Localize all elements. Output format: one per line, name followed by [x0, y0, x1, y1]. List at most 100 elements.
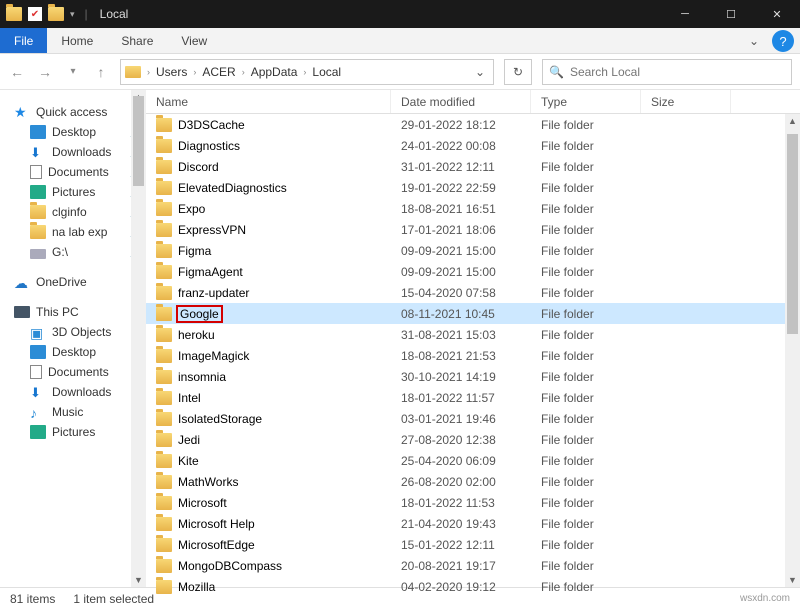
table-row[interactable]: heroku31-08-2021 15:03File folder — [146, 324, 800, 345]
address-dropdown-icon[interactable]: ⌄ — [467, 65, 493, 79]
file-name: Expo — [178, 202, 205, 216]
sidebar-item[interactable]: ▣3D Objects — [0, 322, 146, 342]
recent-locations-button[interactable]: ▾ — [64, 63, 82, 81]
table-row[interactable]: MongoDBCompass20-08-2021 19:17File folde… — [146, 555, 800, 576]
minimize-button[interactable]: ─ — [662, 0, 708, 28]
pic-icon — [30, 185, 46, 199]
sidebar-item[interactable]: ♪Music — [0, 402, 146, 422]
forward-button[interactable]: → — [36, 63, 54, 81]
file-menu[interactable]: File — [0, 28, 47, 53]
column-name[interactable]: Name — [146, 90, 391, 113]
table-row[interactable]: Microsoft18-01-2022 11:53File folder — [146, 492, 800, 513]
ribbon-expand-icon[interactable]: ⌄ — [742, 28, 766, 53]
column-size[interactable]: Size — [641, 90, 731, 113]
table-row[interactable]: insomnia30-10-2021 14:19File folder — [146, 366, 800, 387]
sidebar-item[interactable]: ⬇Downloads — [0, 382, 146, 402]
crumb-sep-icon[interactable]: › — [193, 67, 196, 77]
music-icon: ♪ — [30, 405, 46, 419]
file-name: Intel — [178, 391, 201, 405]
sidebar-item[interactable]: ⬇Downloads📌 — [0, 142, 146, 162]
address-folder-icon — [125, 66, 141, 78]
column-type[interactable]: Type — [531, 90, 641, 113]
qat-check-icon[interactable]: ✔ — [28, 7, 42, 21]
table-row[interactable]: Google08-11-2021 10:45File folder — [146, 303, 800, 324]
table-row[interactable]: MathWorks26-08-2020 02:00File folder — [146, 471, 800, 492]
close-button[interactable]: ✕ — [754, 0, 800, 28]
refresh-button[interactable]: ↻ — [504, 59, 532, 85]
scroll-down-icon[interactable]: ▼ — [785, 573, 800, 587]
back-button[interactable]: ← — [8, 63, 26, 81]
sidebar-item-label: Downloads — [52, 145, 111, 159]
breadcrumb[interactable]: Local — [308, 65, 345, 79]
folder-icon — [156, 454, 172, 468]
sidebar-item[interactable]: Documents📌 — [0, 162, 146, 182]
file-name: Discord — [178, 160, 219, 174]
table-row[interactable]: franz-updater15-04-2020 07:58File folder — [146, 282, 800, 303]
folder-icon — [156, 307, 172, 321]
table-row[interactable]: ElevatedDiagnostics19-01-2022 22:59File … — [146, 177, 800, 198]
table-row[interactable]: MicrosoftEdge15-01-2022 12:11File folder — [146, 534, 800, 555]
scroll-thumb[interactable] — [787, 134, 798, 334]
dl-icon: ⬇ — [30, 385, 46, 399]
up-button[interactable]: ↑ — [92, 63, 110, 81]
onedrive-label: OneDrive — [36, 275, 87, 289]
table-row[interactable]: Kite25-04-2020 06:09File folder — [146, 450, 800, 471]
sidebar-item[interactable]: G:\📌 — [0, 242, 146, 262]
help-icon[interactable]: ? — [772, 30, 794, 52]
file-type: File folder — [531, 517, 641, 531]
tab-home[interactable]: Home — [47, 28, 107, 53]
table-row[interactable]: FigmaAgent09-09-2021 15:00File folder — [146, 261, 800, 282]
quick-access-label: Quick access — [36, 105, 107, 119]
this-pc-header[interactable]: This PC — [0, 302, 146, 322]
breadcrumb[interactable]: Users — [152, 65, 191, 79]
sidebar-item[interactable]: Documents — [0, 362, 146, 382]
table-row[interactable]: Jedi27-08-2020 12:38File folder — [146, 429, 800, 450]
address-bar-row: ← → ▾ ↑ › Users › ACER › AppData › Local… — [0, 54, 800, 90]
crumb-sep-icon[interactable]: › — [147, 67, 150, 77]
table-row[interactable]: D3DSCache29-01-2022 18:12File folder — [146, 114, 800, 135]
doc-icon — [30, 165, 42, 179]
sidebar-item[interactable]: Pictures📌 — [0, 182, 146, 202]
table-row[interactable]: Microsoft Help21-04-2020 19:43File folde… — [146, 513, 800, 534]
folder-icon — [156, 181, 172, 195]
tab-view[interactable]: View — [167, 28, 221, 53]
navpane-scrollbar[interactable]: ▲ ▼ — [131, 90, 146, 587]
maximize-button[interactable]: ☐ — [708, 0, 754, 28]
tab-share[interactable]: Share — [107, 28, 167, 53]
search-box[interactable]: 🔍 — [542, 59, 792, 85]
quick-access-header[interactable]: ★ Quick access — [0, 102, 146, 122]
qat-dropdown-icon[interactable]: ▾ — [70, 9, 75, 20]
file-name: franz-updater — [178, 286, 249, 300]
file-name: MongoDBCompass — [178, 559, 282, 573]
breadcrumb[interactable]: ACER — [198, 65, 239, 79]
scroll-up-icon[interactable]: ▲ — [785, 114, 800, 128]
crumb-sep-icon[interactable]: › — [242, 67, 245, 77]
breadcrumb[interactable]: AppData — [247, 65, 302, 79]
column-date[interactable]: Date modified — [391, 90, 531, 113]
table-row[interactable]: ImageMagick18-08-2021 21:53File folder — [146, 345, 800, 366]
table-row[interactable]: Intel18-01-2022 11:57File folder — [146, 387, 800, 408]
table-row[interactable]: Figma09-09-2021 15:00File folder — [146, 240, 800, 261]
qat-folder-icon[interactable] — [48, 7, 64, 21]
address-bar[interactable]: › Users › ACER › AppData › Local ⌄ — [120, 59, 494, 85]
sidebar-item[interactable]: clginfo📌 — [0, 202, 146, 222]
crumb-sep-icon[interactable]: › — [303, 67, 306, 77]
scroll-thumb[interactable] — [133, 96, 144, 186]
sidebar-item[interactable]: na lab exp📌 — [0, 222, 146, 242]
sidebar-item[interactable]: Desktop — [0, 342, 146, 362]
file-type: File folder — [531, 328, 641, 342]
table-row[interactable]: Expo18-08-2021 16:51File folder — [146, 198, 800, 219]
onedrive-header[interactable]: ☁ OneDrive — [0, 272, 146, 292]
file-date: 04-02-2020 19:12 — [391, 580, 531, 594]
file-date: 25-04-2020 06:09 — [391, 454, 531, 468]
table-row[interactable]: IsolatedStorage03-01-2021 19:46File fold… — [146, 408, 800, 429]
sidebar-item[interactable]: Pictures — [0, 422, 146, 442]
list-scrollbar[interactable]: ▲ ▼ — [785, 114, 800, 587]
table-row[interactable]: Discord31-01-2022 12:11File folder — [146, 156, 800, 177]
table-row[interactable]: Mozilla04-02-2020 19:12File folder — [146, 576, 800, 597]
search-input[interactable] — [570, 65, 785, 79]
sidebar-item[interactable]: Desktop📌 — [0, 122, 146, 142]
table-row[interactable]: ExpressVPN17-01-2021 18:06File folder — [146, 219, 800, 240]
table-row[interactable]: Diagnostics24-01-2022 00:08File folder — [146, 135, 800, 156]
scroll-down-icon[interactable]: ▼ — [131, 573, 146, 587]
